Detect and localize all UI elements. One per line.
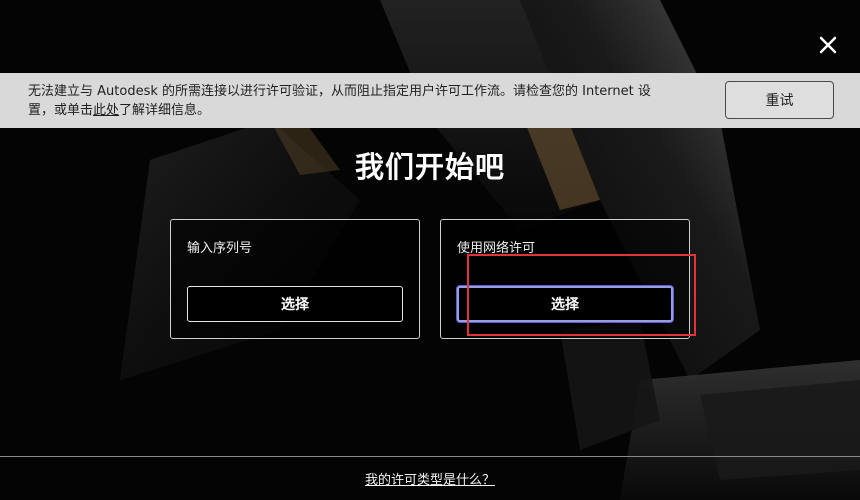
- license-type-help-link[interactable]: 我的许可类型是什么？: [365, 473, 495, 488]
- close-icon: [819, 36, 837, 54]
- serial-number-option-card: 输入序列号 选择: [170, 219, 420, 339]
- footer-divider: [0, 456, 860, 457]
- network-license-select-button[interactable]: 选择: [457, 286, 673, 322]
- footer: 我的许可类型是什么？: [0, 469, 860, 488]
- banner-details-link[interactable]: 此处: [93, 103, 119, 118]
- network-license-option-label: 使用网络许可: [457, 241, 536, 256]
- page-title: 我们开始吧: [354, 150, 505, 184]
- connection-warning-banner: 无法建立与 Autodesk 的所需连接以进行许可验证，从而阻止指定用户许可工作…: [0, 73, 860, 128]
- network-license-option-card: 使用网络许可 选择: [440, 219, 690, 339]
- retry-button[interactable]: 重试: [725, 81, 834, 119]
- close-button[interactable]: [813, 30, 843, 60]
- banner-message-suffix: 了解详细信息。: [119, 103, 211, 118]
- banner-message: 无法建立与 Autodesk 的所需连接以进行许可验证，从而阻止指定用户许可工作…: [28, 82, 668, 120]
- serial-number-select-button[interactable]: 选择: [187, 286, 403, 322]
- serial-number-option-label: 输入序列号: [187, 241, 253, 256]
